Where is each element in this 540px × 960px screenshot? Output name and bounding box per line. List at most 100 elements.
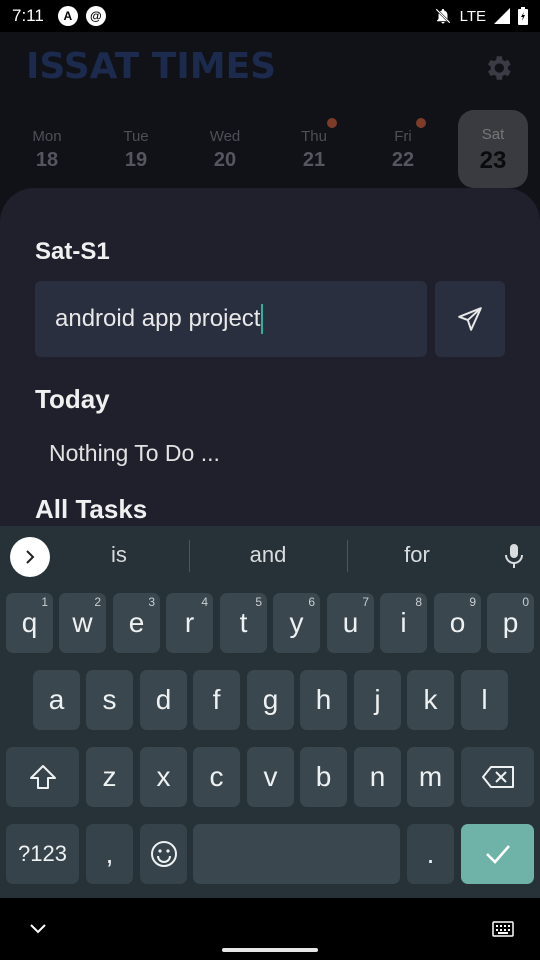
empty-today-text: Nothing To Do ...: [49, 440, 220, 466]
suggestion-divider: [189, 540, 190, 572]
day-wed[interactable]: Wed 20: [190, 110, 260, 188]
day-date: 23: [479, 147, 507, 174]
key-c[interactable]: c: [193, 747, 240, 807]
day-name: Sat: [481, 126, 505, 143]
period-key[interactable]: .: [407, 824, 454, 884]
battery-icon: [518, 7, 528, 25]
key-l[interactable]: l: [461, 670, 508, 730]
shift-icon: [29, 765, 56, 789]
checkmark-icon: [485, 845, 510, 864]
day-date: 21: [302, 149, 326, 171]
key-label: o: [449, 607, 466, 638]
expand-suggestions-button[interactable]: [10, 537, 50, 577]
key-a[interactable]: a: [33, 670, 80, 730]
key-v[interactable]: v: [247, 747, 294, 807]
comma-key[interactable]: ,: [86, 824, 133, 884]
key-z[interactable]: z: [86, 747, 133, 807]
key-k[interactable]: k: [407, 670, 454, 730]
enter-key[interactable]: [461, 824, 534, 884]
send-button[interactable]: [435, 281, 505, 357]
key-p[interactable]: p0: [487, 593, 534, 653]
day-name: Mon: [32, 128, 62, 145]
day-tue[interactable]: Tue 19: [101, 110, 171, 188]
home-gesture-pill[interactable]: [222, 948, 318, 952]
keyboard-switch-icon[interactable]: [492, 921, 514, 937]
key-e[interactable]: e3: [113, 593, 160, 653]
all-tasks-heading: All Tasks: [35, 494, 148, 524]
add-task-sheet: Sat-S1 android app project Today Nothing…: [0, 188, 540, 548]
task-input[interactable]: android app project: [35, 281, 427, 357]
event-dot: [327, 118, 337, 128]
key-label: e: [128, 607, 145, 638]
day-fri[interactable]: Fri 22: [368, 110, 438, 188]
key-q[interactable]: q1: [6, 593, 53, 653]
status-time: 7:11: [12, 6, 44, 25]
key-hint: 3: [148, 595, 155, 609]
day-name: Wed: [209, 128, 241, 145]
week-day-strip: Mon 18 Tue 19 Wed 20 Thu 21 Fri 22 Sat 2…: [0, 110, 540, 190]
key-s[interactable]: s: [86, 670, 133, 730]
hide-keyboard-chevron-icon[interactable]: [29, 923, 47, 935]
key-w[interactable]: w2: [59, 593, 106, 653]
today-heading: Today: [35, 384, 110, 414]
day-sat-selected[interactable]: Sat 23: [458, 110, 528, 188]
key-label: w: [72, 607, 93, 638]
system-nav-bar: [0, 898, 540, 960]
key-hint: 1: [41, 595, 48, 609]
send-icon: [458, 307, 482, 331]
key-hint: 0: [522, 595, 529, 609]
key-hint: 8: [415, 595, 422, 609]
key-r[interactable]: r4: [166, 593, 213, 653]
day-thu[interactable]: Thu 21: [279, 110, 349, 188]
key-label: y: [289, 607, 304, 638]
settings-gear-icon[interactable]: [482, 52, 514, 84]
notification-a-icon: A: [57, 6, 78, 26]
day-name: Fri: [394, 128, 412, 145]
app-title: ISSAT TIMES: [26, 46, 277, 87]
day-date: 22: [391, 149, 415, 171]
day-date: 20: [213, 149, 237, 171]
sheet-title: Sat-S1: [35, 238, 110, 265]
chevron-right-icon: [26, 550, 35, 564]
key-o[interactable]: o9: [434, 593, 481, 653]
backspace-key[interactable]: [461, 747, 534, 807]
key-b[interactable]: b: [300, 747, 347, 807]
key-i[interactable]: i8: [380, 593, 427, 653]
key-f[interactable]: f: [193, 670, 240, 730]
suggestion-2[interactable]: and: [198, 542, 338, 568]
backspace-icon: [481, 766, 514, 788]
suggestion-1[interactable]: is: [49, 542, 189, 568]
key-d[interactable]: d: [140, 670, 187, 730]
key-hint: 6: [308, 595, 315, 609]
key-label: t: [239, 607, 248, 638]
key-t[interactable]: t5: [220, 593, 267, 653]
day-name: Tue: [123, 128, 149, 145]
day-name: Thu: [301, 128, 327, 145]
key-u[interactable]: u7: [327, 593, 374, 653]
key-label: q: [21, 607, 38, 638]
key-n[interactable]: n: [354, 747, 401, 807]
key-m[interactable]: m: [407, 747, 454, 807]
key-g[interactable]: g: [247, 670, 294, 730]
key-y[interactable]: y6: [273, 593, 320, 653]
microphone-icon[interactable]: [503, 543, 525, 569]
shift-key[interactable]: [6, 747, 79, 807]
key-h[interactable]: h: [300, 670, 347, 730]
day-mon[interactable]: Mon 18: [12, 110, 82, 188]
key-j[interactable]: j: [354, 670, 401, 730]
key-label: u: [342, 607, 359, 638]
task-input-value: android app project: [55, 305, 261, 332]
suggestion-3[interactable]: for: [347, 542, 487, 568]
status-bar: 7:11 A @ LTE: [0, 0, 540, 32]
space-key[interactable]: [193, 824, 400, 884]
day-date: 18: [35, 149, 59, 171]
network-type: LTE: [459, 7, 486, 25]
signal-icon: [494, 8, 510, 24]
key-x[interactable]: x: [140, 747, 187, 807]
event-dot: [416, 118, 426, 128]
emoji-icon: [150, 841, 177, 867]
key-hint: 5: [255, 595, 262, 609]
symbols-key[interactable]: ?123: [6, 824, 79, 884]
key-label: r: [184, 607, 195, 638]
emoji-key[interactable]: [140, 824, 187, 884]
